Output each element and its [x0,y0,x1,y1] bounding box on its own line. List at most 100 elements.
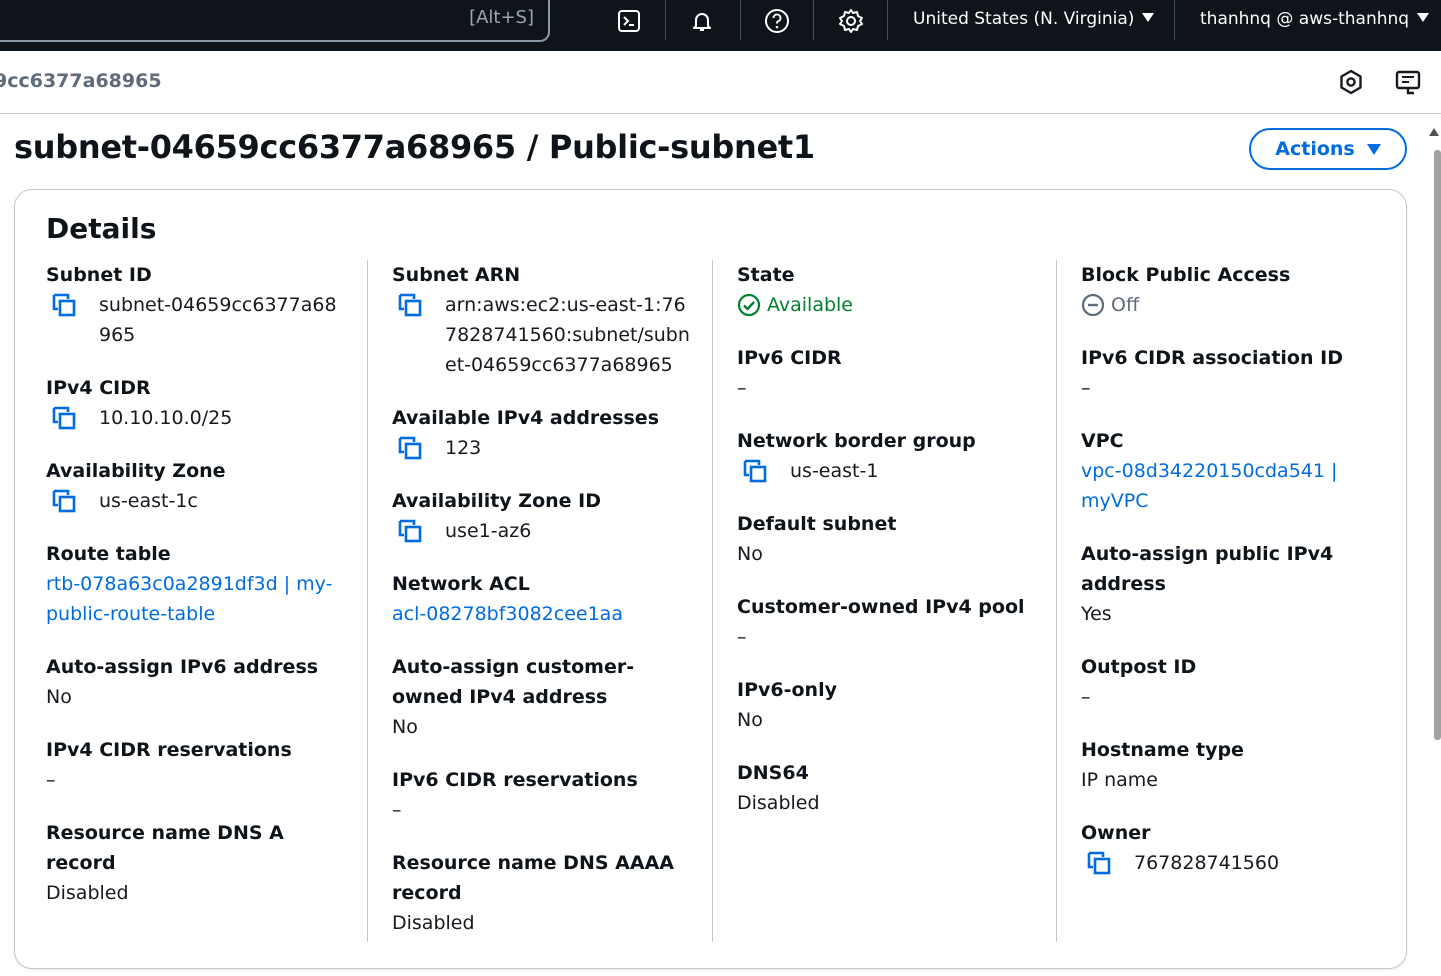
field-value-row: 767828741560 [1081,848,1381,878]
gear-icon[interactable] [838,8,864,34]
field-value: us-east-1 [790,460,879,482]
region-selector[interactable]: United States (N. Virginia) [913,9,1155,29]
breadcrumb: 9cc6377a68965 [0,51,1441,114]
field-label: Auto-assign IPv6 address [46,656,319,678]
breadcrumb-current: 9cc6377a68965 [0,70,162,92]
region-label: United States (N. Virginia) [913,9,1135,29]
page-title: subnet-04659cc6377a68965 / Public-subnet… [14,128,815,166]
scrollbar-up-arrow[interactable] [1429,128,1439,136]
field-value: No [392,716,418,738]
auto-assign-ipv6-field: Auto-assign IPv6 address No [46,652,346,712]
help-icon[interactable] [764,8,790,34]
field-label: Network border group [737,430,976,452]
chevron-down-icon [1142,13,1155,22]
status-badge: Available [767,294,854,316]
ipv6-only-field: IPv6-only No [737,675,1037,735]
field-value: Yes [1081,603,1112,625]
details-column-2: Subnet ARN arn:aws:ec2:us-east-1:7678287… [392,260,692,961]
search-shortcut-hint: [Alt+S] [469,7,534,28]
field-value-row: arn:aws:ec2:us-east-1:767828741560:subne… [392,290,692,380]
field-label: Network ACL [392,573,530,595]
account-menu[interactable]: thanhnq @ aws-thanhnq [1200,9,1430,29]
field-label: Resource name DNS A record [46,822,284,874]
field-label: Owner [1081,822,1151,844]
field-value: No [46,686,72,708]
customer-ipv4-pool-field: Customer-owned IPv4 pool – [737,592,1037,652]
field-value: subnet-04659cc6377a68965 [99,294,337,346]
block-public-access-row: Off [1081,290,1381,320]
network-acl-link[interactable]: acl-08278bf3082cee1aa [392,599,692,629]
copy-icon[interactable] [51,488,77,514]
ipv6-cidr-field: IPv6 CIDR – [737,343,1037,403]
cloudshell-icon[interactable] [616,8,642,34]
ipv4-cidr-field: IPv4 CIDR 10.10.10.0/25 [46,373,346,433]
dns-a-record-field: Resource name DNS A record Disabled [46,818,346,908]
nav-divider [813,0,814,40]
nav-divider [665,0,666,40]
field-label: DNS64 [737,762,809,784]
field-value: No [737,709,763,731]
subnet-id-field: Subnet ID subnet-04659cc6377a68965 [46,260,346,350]
default-subnet-field: Default subnet No [737,509,1037,569]
vpc-link[interactable]: vpc-08d34220150cda541 | myVPC [1081,456,1381,516]
check-circle-icon [737,293,761,317]
actions-button-label: Actions [1275,138,1355,160]
column-divider [1056,260,1057,942]
copy-icon[interactable] [397,518,423,544]
bell-icon[interactable] [689,8,715,34]
scrollbar-thumb[interactable] [1434,150,1441,740]
field-label: State [737,264,795,286]
dns-aaaa-record-field: Resource name DNS AAAA record Disabled [392,848,692,938]
feedback-screen-icon[interactable] [1394,68,1422,96]
field-value: use1-az6 [445,520,532,542]
copy-icon[interactable] [51,405,77,431]
copy-icon[interactable] [742,458,768,484]
auto-assign-public-ipv4-field: Auto-assign public IPv4 address Yes [1081,539,1381,629]
copy-icon[interactable] [1086,850,1112,876]
hostname-type-field: Hostname type IP name [1081,735,1381,795]
field-label: Available IPv4 addresses [392,407,660,429]
route-table-link[interactable]: rtb-078a63c0a2891df3d | my-public-route-… [46,569,346,629]
field-value: – [1081,377,1091,399]
field-value: Disabled [392,912,475,934]
field-value-row: 10.10.10.0/25 [46,403,346,433]
field-value-row: us-east-1 [737,456,1037,486]
availability-zone-id-field: Availability Zone ID use1-az6 [392,486,692,546]
nav-divider [887,0,888,40]
details-heading: Details [46,212,157,245]
field-label: Availability Zone ID [392,490,601,512]
details-column-4: Block Public Access Off IPv6 CIDR associ… [1081,260,1381,901]
field-label: Customer-owned IPv4 pool [737,596,1025,618]
field-label: IPv6-only [737,679,837,701]
copy-icon[interactable] [397,435,423,461]
network-border-group-field: Network border group us-east-1 [737,426,1037,486]
available-ipv4-field: Available IPv4 addresses 123 [392,403,692,463]
hexagon-settings-icon[interactable] [1337,68,1365,96]
column-divider [367,260,368,942]
network-acl-field: Network ACL acl-08278bf3082cee1aa [392,569,692,629]
dns64-field: DNS64 Disabled [737,758,1037,818]
chevron-down-icon [1417,13,1430,22]
copy-icon[interactable] [397,292,423,318]
auto-assign-customer-ipv4-field: Auto-assign customer-owned IPv4 address … [392,652,692,742]
field-value: – [737,377,747,399]
field-value: – [737,626,747,648]
field-value-row: 123 [392,433,692,463]
field-label: Subnet ID [46,264,152,286]
field-value: No [737,543,763,565]
field-label: IPv6 CIDR [737,347,842,369]
vpc-field: VPC vpc-08d34220150cda541 | myVPC [1081,426,1381,516]
actions-button[interactable]: Actions [1249,128,1407,170]
field-value-row: use1-az6 [392,516,692,546]
caret-down-icon [1366,143,1381,155]
field-value: – [392,799,402,821]
state-field: State Available [737,260,1037,320]
field-value: Disabled [46,882,129,904]
field-label: IPv6 CIDR association ID [1081,347,1343,369]
field-label: Outpost ID [1081,656,1197,678]
account-label: thanhnq @ aws-thanhnq [1200,9,1410,29]
copy-icon[interactable] [51,292,77,318]
field-label: Hostname type [1081,739,1244,761]
field-label: IPv6 CIDR reservations [392,769,638,791]
search-input[interactable]: [Alt+S] [0,0,550,42]
